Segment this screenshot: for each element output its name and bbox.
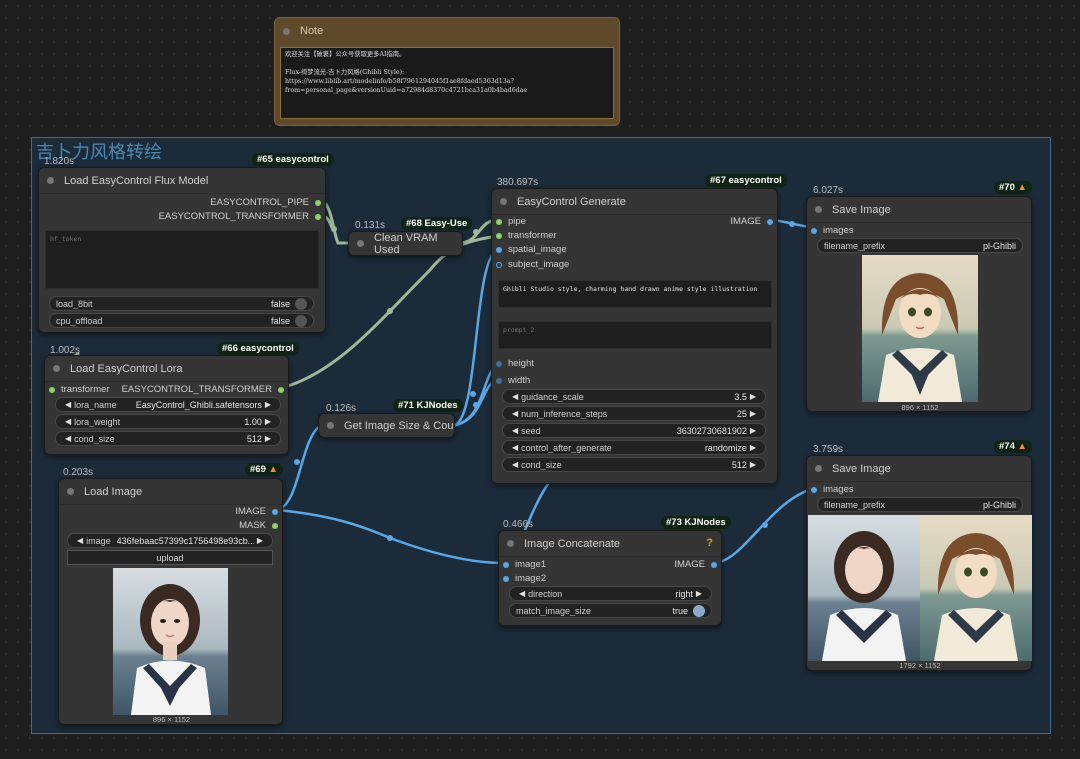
exec-time: 3.759s	[813, 444, 844, 455]
node-image-concatenate[interactable]: Image Concatenate ? image1 image2 IMAGE …	[498, 530, 722, 626]
node-title: Image Concatenate	[524, 537, 621, 550]
node-title: Load Image	[84, 485, 143, 498]
node-title: Clean VRAM Used	[374, 231, 438, 256]
fox-icon: ▲	[268, 464, 278, 475]
collapse-dot[interactable]	[283, 27, 290, 35]
fox-icon: ▲	[1017, 441, 1027, 452]
control-after-generate-select[interactable]: ◀ control_after_generate randomize ▶	[502, 440, 766, 455]
node-header[interactable]: Clean VRAM Used	[349, 231, 462, 256]
input-image2[interactable]: image2	[503, 573, 546, 584]
node-load-easycontrol-lora[interactable]: Load EasyControl Lora transformer EASYCO…	[44, 355, 289, 455]
node-title: Get Image Size & Cou	[344, 419, 454, 432]
input-transformer[interactable]: transformer	[496, 230, 557, 241]
node-badge: #71 KJNodes	[393, 399, 463, 412]
node-header[interactable]: Get Image Size & Cou	[319, 414, 454, 437]
node-header[interactable]: Load EasyControl Flux Model	[39, 168, 325, 194]
node-header[interactable]: Image Concatenate	[499, 531, 721, 557]
prompt-2-textarea[interactable]: prompt_2	[498, 321, 772, 349]
seed-stepper[interactable]: ◀ seed 36302730681902 ▶	[502, 423, 766, 438]
image-select[interactable]: ◀ image 436febaac57399c1756498e93cb... ▶	[67, 533, 273, 548]
exec-time: 380.697s	[497, 177, 539, 188]
exec-time: 0.203s	[63, 467, 94, 478]
fox-icon: ▲	[1017, 182, 1027, 193]
ghibli-output-preview	[862, 255, 978, 402]
node-get-image-size[interactable]: Get Image Size & Cou	[318, 413, 455, 438]
exec-time: 6.027s	[813, 185, 844, 196]
note-header[interactable]: Note	[275, 18, 619, 44]
input-transformer[interactable]: transformer	[49, 384, 110, 395]
output-image[interactable]: IMAGE	[235, 506, 278, 517]
exec-time: 1.820s	[44, 156, 75, 167]
exec-time: 0.131s	[355, 220, 386, 231]
input-photo-preview	[113, 568, 228, 715]
upload-button[interactable]: upload	[67, 550, 273, 565]
node-load-image[interactable]: Load Image IMAGE MASK ◀ image 436febaac573…	[58, 478, 283, 725]
match-image-size-toggle[interactable]: match_image_size true	[509, 603, 712, 618]
note-text[interactable]: 欢迎关注【破褒】公众号获取更多AI指南。 Flux-绮梦流光-吉卜力风格(Ghi…	[280, 47, 614, 119]
node-badge: #66 easycontrol	[217, 342, 299, 355]
node-badge: #70 ▲	[994, 181, 1032, 194]
input-spatial-image[interactable]: spatial_image	[496, 244, 567, 255]
input-images[interactable]: images	[811, 484, 854, 495]
node-badge: #74 ▲	[994, 440, 1032, 453]
node-save-image-70[interactable]: Save Image images filename_prefix pl-Ghib…	[806, 196, 1032, 412]
image-dimensions: 896 × 1152	[901, 403, 939, 412]
hf-token-textarea[interactable]: hf_token	[45, 230, 319, 289]
node-title: Load EasyControl Flux Model	[64, 174, 209, 187]
exec-time: 0.466s	[503, 519, 534, 530]
filename-prefix-field[interactable]: filename_prefix pl-Ghibli	[817, 238, 1023, 253]
node-badge: #73 KJNodes	[661, 516, 731, 529]
node-badge: #67 easycontrol	[705, 174, 787, 187]
node-header[interactable]: Load EasyControl Lora	[45, 356, 288, 382]
node-title: Save Image	[832, 203, 891, 216]
cond-size-stepper[interactable]: ◀ cond_size 512 ▶	[502, 457, 766, 472]
node-title: Save Image	[832, 462, 891, 475]
lora-name-select[interactable]: ◀ lora_name EasyControl_Ghibli.safetensors…	[55, 397, 281, 412]
help-icon[interactable]: ?	[706, 537, 713, 549]
node-badge: #68 Easy-Use	[401, 217, 473, 230]
node-title: EasyControl Generate	[517, 195, 626, 208]
input-pipe[interactable]: pipe	[496, 216, 526, 227]
output-easycontrol-transformer[interactable]: EASYCONTROL_TRANSFORMER	[159, 211, 321, 222]
node-load-easycontrol-flux-model[interactable]: Load EasyControl Flux Model EASYCONTROL_…	[38, 167, 326, 333]
output-mask[interactable]: MASK	[239, 520, 278, 531]
prompt-textarea[interactable]: Ghibli Studio style, charming hand drawn…	[498, 280, 772, 308]
note-node[interactable]: Note 欢迎关注【破褒】公众号获取更多AI指南。 Flux-绮梦流光-吉卜力风…	[274, 17, 620, 126]
load-8bit-toggle[interactable]: load_8bit false	[49, 296, 314, 311]
node-header[interactable]: Save Image	[807, 197, 1031, 223]
node-header[interactable]: EasyControl Generate	[492, 189, 777, 215]
output-easycontrol-pipe[interactable]: EASYCONTROL_PIPE	[210, 197, 321, 208]
input-image1[interactable]: image1	[503, 559, 546, 570]
node-header[interactable]: Save Image	[807, 456, 1031, 482]
output-easycontrol-transformer[interactable]: EASYCONTROL_TRANSFORMER	[122, 384, 284, 395]
note-title: Note	[300, 25, 324, 37]
input-subject-image[interactable]: subject_image	[496, 259, 569, 270]
direction-select[interactable]: ◀ direction right ▶	[509, 586, 712, 601]
node-badge: #65 easycontrol	[252, 153, 334, 166]
filename-prefix-field[interactable]: filename_prefix pl-Ghibli	[817, 497, 1023, 512]
node-save-image-74[interactable]: Save Image images filename_prefix pl-Ghib…	[806, 455, 1032, 671]
lora-weight-stepper[interactable]: ◀ lora_weight 1.00 ▶	[55, 414, 281, 429]
input-width[interactable]: width	[496, 375, 530, 386]
image-dimensions: 1792 × 1152	[899, 661, 941, 670]
concatenated-output-preview	[808, 515, 1032, 661]
guidance-scale-stepper[interactable]: ◀ guidance_scale 3.5 ▶	[502, 389, 766, 404]
image-dimensions: 896 × 1152	[152, 715, 191, 724]
input-height[interactable]: height	[496, 358, 534, 369]
num-inference-steps-stepper[interactable]: ◀ num_inference_steps 25 ▶	[502, 406, 766, 421]
cond-size-stepper[interactable]: ◀ cond_size 512 ▶	[55, 431, 281, 446]
node-clean-vram-used[interactable]: Clean VRAM Used	[348, 231, 463, 256]
input-images[interactable]: images	[811, 225, 854, 236]
node-header[interactable]: Load Image	[59, 479, 282, 505]
cpu-offload-toggle[interactable]: cpu_offload false	[49, 313, 314, 328]
node-badge: #69 ▲	[245, 463, 283, 476]
node-title: Load EasyControl Lora	[70, 362, 183, 375]
output-image[interactable]: IMAGE	[730, 216, 773, 227]
node-easycontrol-generate[interactable]: EasyControl Generate pipe transformer sp…	[491, 188, 778, 484]
output-image[interactable]: IMAGE	[674, 559, 717, 570]
